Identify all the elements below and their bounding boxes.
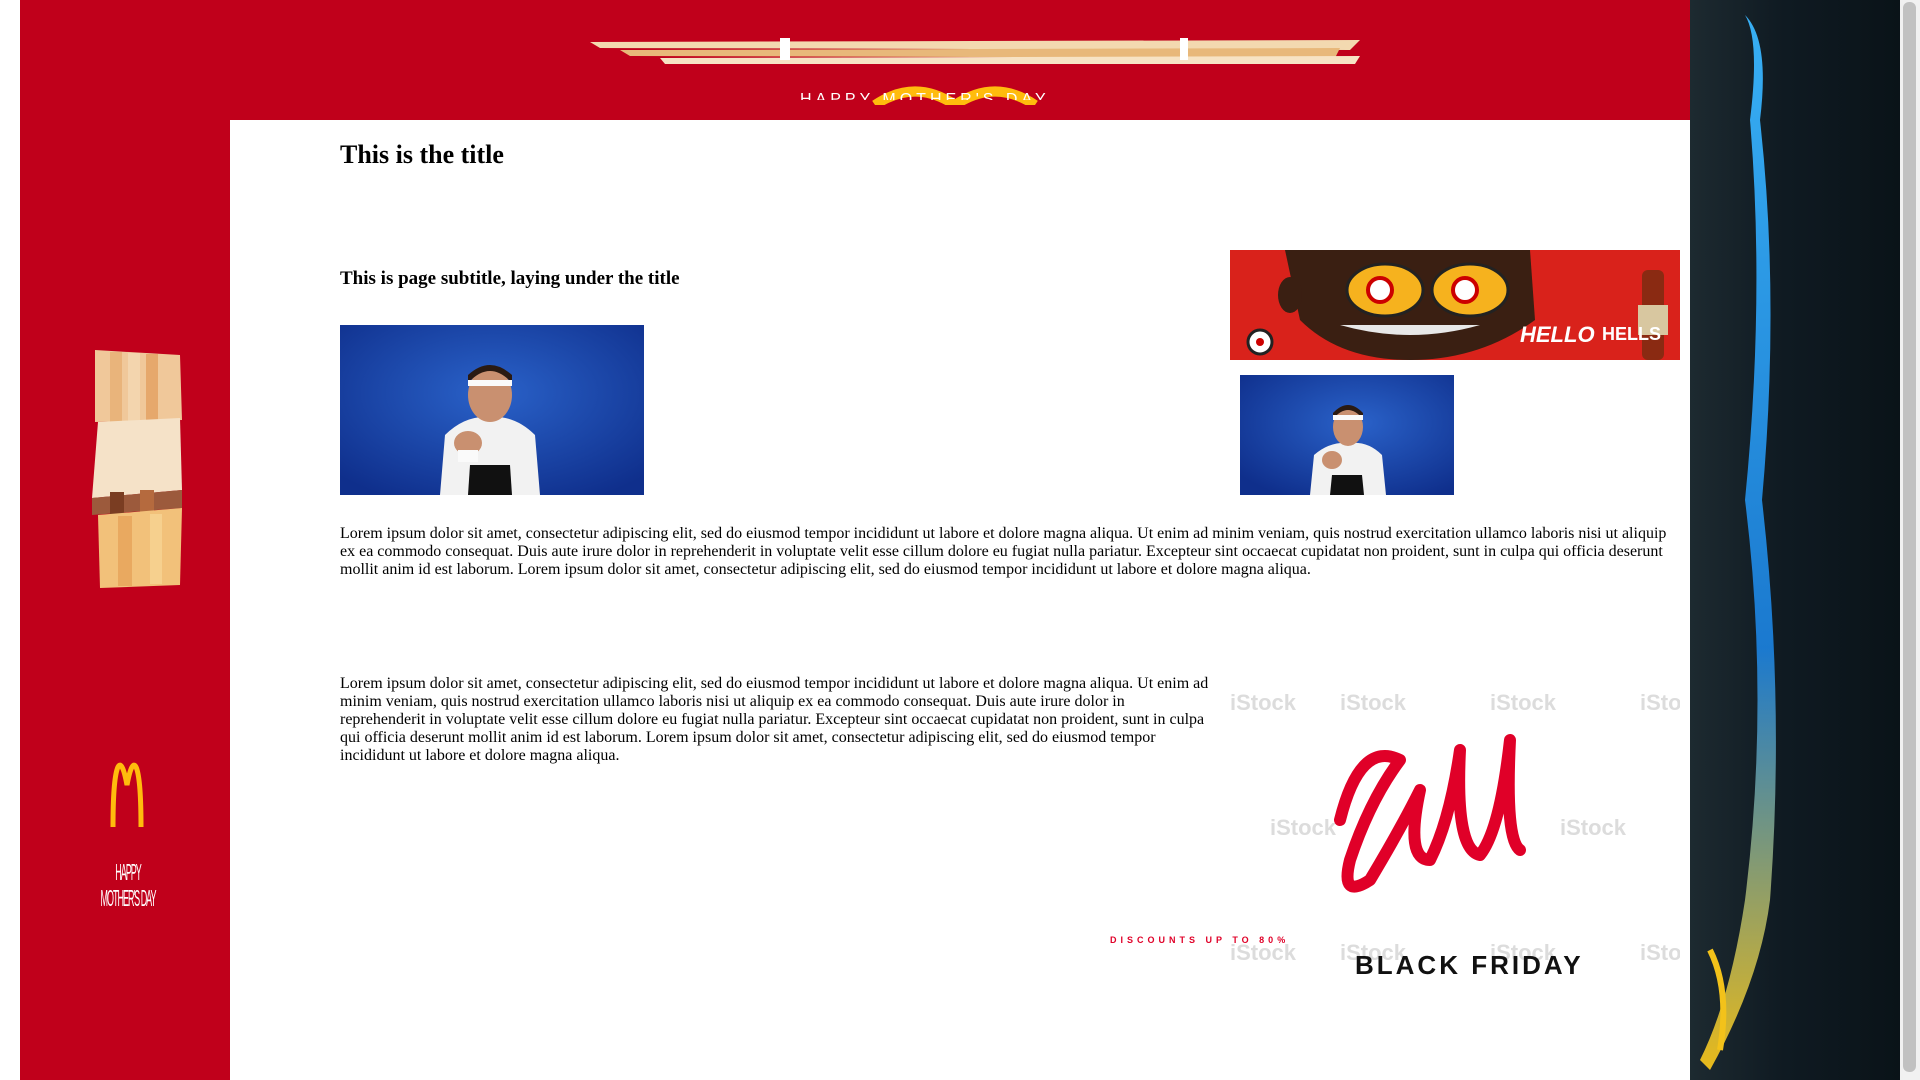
top-ad-banner[interactable]: HAPPY MOTHER'S DAY xyxy=(20,0,1690,120)
golden-arches-icon xyxy=(110,762,144,828)
top-banner-text: HAPPY MOTHER'S DAY xyxy=(800,91,1050,100)
beer-ad-brand: HELLS xyxy=(1602,324,1662,344)
tennis-player-graphic-small xyxy=(1240,375,1454,495)
page-title: This is the title xyxy=(340,140,504,169)
black-friday-sale-image[interactable]: iStock iStock iStock iStock iStock iStoc… xyxy=(1230,680,1680,1080)
svg-text:iStock: iStock xyxy=(1230,690,1297,715)
svg-text:iStock: iStock xyxy=(1640,690,1680,715)
page-subtitle: This is page subtitle, laying under the … xyxy=(340,268,680,289)
beer-ad-text: HELLO xyxy=(1520,322,1595,347)
vertical-scrollbar[interactable] xyxy=(1900,0,1920,1080)
sale-watermark-graphic: iStock iStock iStock iStock iStock iStoc… xyxy=(1230,690,1680,965)
sale-subtitle: BLACK FRIDAY xyxy=(1355,950,1584,980)
right-banner-graphic xyxy=(1700,15,1776,1070)
main-content: This is the title This is page subtitle,… xyxy=(230,120,1690,1080)
left-ad-banner[interactable]: HAPPY MOTHER'S DAY xyxy=(20,120,230,1080)
scrollbar-thumb[interactable] xyxy=(1903,2,1916,1072)
tennis-player-image xyxy=(340,325,644,495)
right-ad-banner[interactable] xyxy=(1690,0,1900,1080)
beer-ad-image[interactable]: HELLO HELLS xyxy=(1230,250,1680,360)
color-swatches-graphic xyxy=(92,350,182,588)
tennis-player-graphic xyxy=(340,325,644,495)
left-banner-text: HAPPY MOTHER'S DAY xyxy=(100,859,156,911)
svg-text:iStock: iStock xyxy=(1340,690,1407,715)
svg-text:iStock: iStock xyxy=(1270,815,1337,840)
svg-text:iStock: iStock xyxy=(1560,815,1627,840)
sale-caption: DISCOUNTS UP TO 80% xyxy=(1110,935,1290,945)
paragraph-1: Lorem ipsum dolor sit amet, consectetur … xyxy=(340,525,1667,578)
tennis-player-image-small xyxy=(1240,375,1454,495)
svg-text:iStock: iStock xyxy=(1640,940,1680,965)
paragraph-2: Lorem ipsum dolor sit amet, consectetur … xyxy=(340,675,1209,764)
svg-text:iStock: iStock xyxy=(1490,690,1557,715)
